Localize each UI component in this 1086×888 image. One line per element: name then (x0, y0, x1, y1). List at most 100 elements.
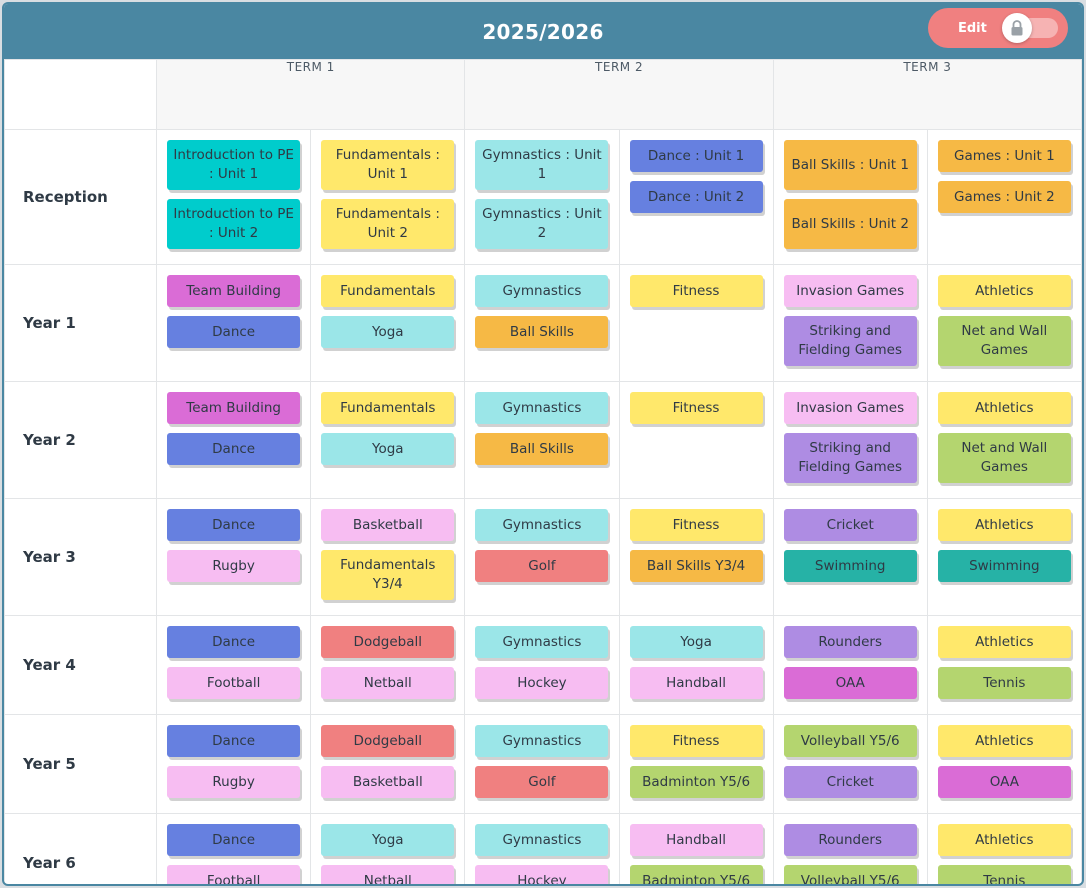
unit-slot[interactable]: Team Building Dance (156, 264, 312, 382)
unit-chip[interactable]: Handball (629, 667, 763, 699)
unit-chip[interactable]: Rounders (783, 626, 917, 658)
unit-chip[interactable]: Yoga (629, 626, 763, 658)
unit-slot[interactable]: Games : Unit 1 Games : Unit 2 (926, 129, 1082, 265)
unit-chip[interactable]: Introduction to PE : Unit 2 (167, 199, 301, 249)
unit-chip[interactable]: Handball (629, 824, 763, 856)
unit-slot[interactable]: Gymnastics Golf (464, 498, 620, 616)
unit-chip[interactable]: Striking and Fielding Games (783, 433, 917, 483)
unit-chip[interactable]: Fundamentals (321, 392, 455, 424)
unit-chip[interactable]: Fundamentals Y3/4 (321, 550, 455, 600)
unit-slot[interactable]: Fitness Badminton Y5/6 (618, 714, 774, 814)
unit-chip[interactable]: Netball (321, 667, 455, 699)
unit-chip[interactable]: Team Building (167, 392, 301, 424)
unit-slot[interactable]: Gymnastics Hockey (464, 813, 620, 884)
unit-chip[interactable]: Dance (167, 433, 301, 465)
unit-chip[interactable]: Football (167, 865, 301, 884)
unit-chip[interactable]: Tennis (937, 667, 1071, 699)
unit-chip[interactable]: Gymnastics : Unit 1 (475, 140, 609, 190)
unit-slot[interactable]: Basketball Fundamentals Y3/4 (310, 498, 466, 616)
unit-chip[interactable]: Net and Wall Games (937, 316, 1071, 366)
unit-slot[interactable]: Dance Rugby (156, 714, 312, 814)
unit-chip[interactable]: Volleyball Y5/6 (783, 725, 917, 757)
unit-chip[interactable]: Ball Skills : Unit 1 (783, 140, 917, 190)
unit-slot[interactable]: Fitness (618, 264, 774, 382)
unit-chip[interactable]: Fitness (629, 275, 763, 307)
unit-chip[interactable]: Net and Wall Games (937, 433, 1071, 483)
unit-chip[interactable]: Football (167, 667, 301, 699)
unit-chip[interactable]: Cricket (783, 509, 917, 541)
unit-slot[interactable]: Fundamentals : Unit 1 Fundamentals : Unit… (310, 129, 466, 265)
unit-chip[interactable]: Gymnastics (475, 509, 609, 541)
unit-chip[interactable]: Gymnastics (475, 392, 609, 424)
toggle-track[interactable] (1002, 13, 1058, 43)
unit-chip[interactable]: Dance (167, 824, 301, 856)
unit-slot[interactable]: Dance Football (156, 615, 312, 715)
unit-chip[interactable]: Fundamentals : Unit 2 (321, 199, 455, 249)
unit-slot[interactable]: Rounders OAA (772, 615, 928, 715)
unit-chip[interactable]: Ball Skills : Unit 2 (783, 199, 917, 249)
unit-chip[interactable]: Athletics (937, 725, 1071, 757)
unit-chip[interactable]: Athletics (937, 509, 1071, 541)
unit-chip[interactable]: Fitness (629, 509, 763, 541)
unit-chip[interactable]: Yoga (321, 433, 455, 465)
unit-slot[interactable]: Dodgeball Basketball (310, 714, 466, 814)
unit-chip[interactable]: Yoga (321, 824, 455, 856)
unit-slot[interactable]: Handball Badminton Y5/6 (618, 813, 774, 884)
unit-chip[interactable]: Tennis (937, 865, 1071, 884)
unit-chip[interactable]: Dance (167, 725, 301, 757)
unit-chip[interactable]: Gymnastics (475, 275, 609, 307)
unit-slot[interactable]: Dance : Unit 1 Dance : Unit 2 (618, 129, 774, 265)
unit-chip[interactable]: Yoga (321, 316, 455, 348)
unit-chip[interactable]: Rugby (167, 550, 301, 582)
unit-chip[interactable]: Athletics (937, 626, 1071, 658)
unit-chip[interactable]: Striking and Fielding Games (783, 316, 917, 366)
unit-chip[interactable]: Invasion Games (783, 392, 917, 424)
unit-chip[interactable]: Hockey (475, 865, 609, 884)
unit-chip[interactable]: Fundamentals (321, 275, 455, 307)
unit-chip[interactable]: Golf (475, 766, 609, 798)
unit-chip[interactable]: Gymnastics : Unit 2 (475, 199, 609, 249)
unit-chip[interactable]: Netball (321, 865, 455, 884)
unit-chip[interactable]: Fitness (629, 725, 763, 757)
unit-slot[interactable]: Fundamentals Yoga (310, 264, 466, 382)
unit-slot[interactable]: Rounders Volleyball Y5/6 (772, 813, 928, 884)
unit-slot[interactable]: Athletics Net and Wall Games (926, 264, 1082, 382)
unit-slot[interactable]: Cricket Swimming (772, 498, 928, 616)
unit-slot[interactable]: Athletics Swimming (926, 498, 1082, 616)
unit-chip[interactable]: Invasion Games (783, 275, 917, 307)
unit-slot[interactable]: Gymnastics Golf (464, 714, 620, 814)
unit-chip[interactable]: OAA (937, 766, 1071, 798)
unit-chip[interactable]: Basketball (321, 766, 455, 798)
edit-toggle[interactable]: Edit (928, 8, 1068, 48)
unit-chip[interactable]: Ball Skills Y3/4 (629, 550, 763, 582)
unit-slot[interactable]: Athletics Tennis (926, 615, 1082, 715)
unit-chip[interactable]: Ball Skills (475, 433, 609, 465)
unit-slot[interactable]: Invasion Games Striking and Fielding Game… (772, 381, 928, 499)
unit-slot[interactable]: Fitness (618, 381, 774, 499)
unit-slot[interactable]: Gymnastics Ball Skills (464, 381, 620, 499)
unit-slot[interactable]: Dance Football (156, 813, 312, 884)
toggle-knob[interactable] (1002, 13, 1032, 43)
unit-chip[interactable]: Gymnastics (475, 725, 609, 757)
unit-chip[interactable]: Ball Skills (475, 316, 609, 348)
unit-slot[interactable]: Athletics Tennis (926, 813, 1082, 884)
unit-slot[interactable]: Yoga Netball (310, 813, 466, 884)
unit-slot[interactable]: Volleyball Y5/6 Cricket (772, 714, 928, 814)
unit-slot[interactable]: Dodgeball Netball (310, 615, 466, 715)
unit-slot[interactable]: Team Building Dance (156, 381, 312, 499)
unit-chip[interactable]: Gymnastics (475, 824, 609, 856)
unit-chip[interactable]: Athletics (937, 392, 1071, 424)
unit-slot[interactable]: Fundamentals Yoga (310, 381, 466, 499)
unit-chip[interactable]: Badminton Y5/6 (629, 865, 763, 884)
unit-chip[interactable]: Basketball (321, 509, 455, 541)
unit-slot[interactable]: Invasion Games Striking and Fielding Game… (772, 264, 928, 382)
unit-chip[interactable]: Dance : Unit 2 (629, 181, 763, 213)
unit-slot[interactable]: Fitness Ball Skills Y3/4 (618, 498, 774, 616)
unit-chip[interactable]: Introduction to PE : Unit 1 (167, 140, 301, 190)
unit-slot[interactable]: Athletics Net and Wall Games (926, 381, 1082, 499)
unit-slot[interactable]: Introduction to PE : Unit 1 Introduction … (156, 129, 312, 265)
unit-chip[interactable]: Team Building (167, 275, 301, 307)
unit-chip[interactable]: Dance (167, 509, 301, 541)
unit-chip[interactable]: Badminton Y5/6 (629, 766, 763, 798)
unit-chip[interactable]: Fundamentals : Unit 1 (321, 140, 455, 190)
